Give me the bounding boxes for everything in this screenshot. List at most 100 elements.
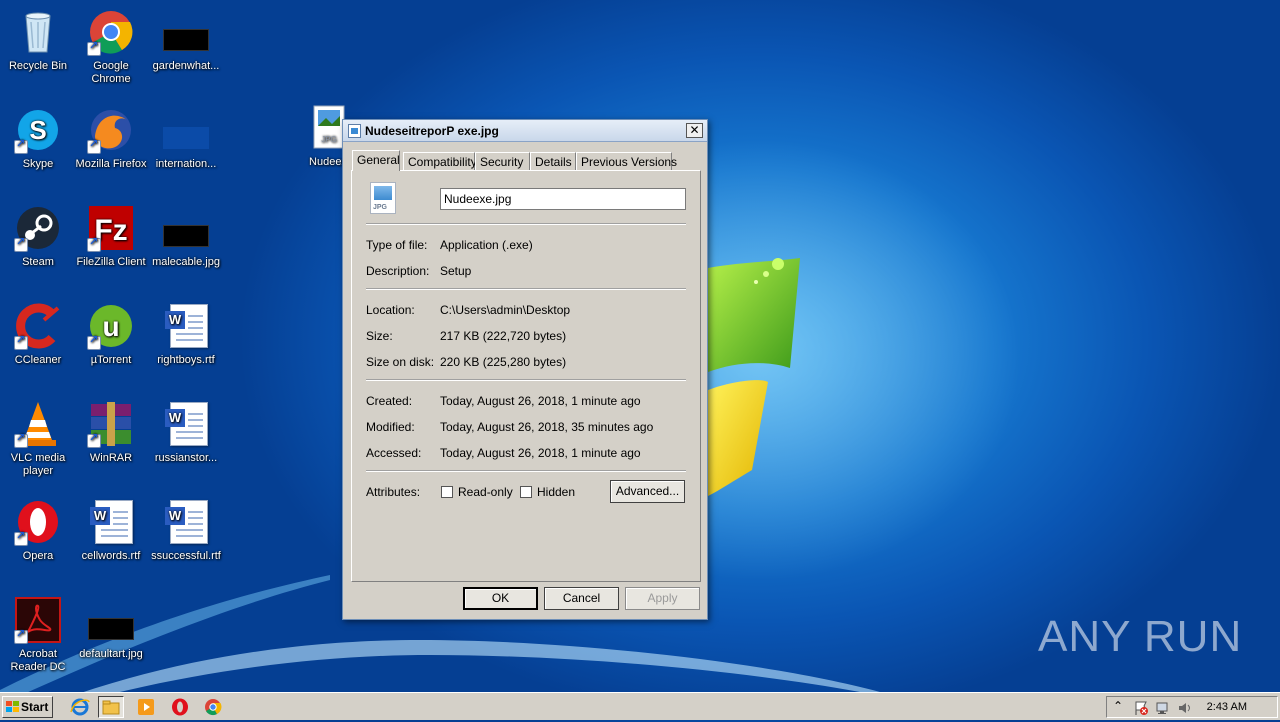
file-icon [348,124,361,138]
hidden-checkbox[interactable] [520,486,532,498]
divider [366,470,686,472]
shortcut-arrow-icon [14,628,28,644]
utorrent-icon: u [87,302,135,350]
shortcut-arrow-icon [87,138,101,154]
accessed-value: Today, August 26, 2018, 1 minute ago [440,446,641,460]
taskbar-internet-explorer[interactable] [68,696,94,718]
anyrun-watermark: ANY RUN [1038,612,1243,661]
created-label: Created: [366,394,413,408]
show-hidden-icons-button[interactable]: ⌃ [1113,699,1123,713]
desktop-icon-opera[interactable]: Opera [0,498,76,563]
firefox-icon [87,106,135,154]
filezilla-icon: Fz [87,204,135,252]
network-icon[interactable] [1155,700,1171,716]
taskbar: Start ⌃ 2:43 AM [0,692,1280,720]
system-tray: ⌃ 2:43 AM [1106,696,1278,718]
steam-icon [14,204,62,252]
shortcut-arrow-icon [14,530,28,546]
tab-general[interactable]: General [352,150,400,171]
desktop-icon-label: Recycle Bin [8,60,68,72]
taskbar-media-player[interactable] [134,696,160,718]
tab-security[interactable]: Security [475,152,530,170]
desktop-icon-malecable[interactable]: malecable.jpg [148,204,224,269]
ok-button[interactable]: OK [463,587,538,610]
file-properties-dialog: NudeseitreporP exe.jpg ✕ General Compati… [342,119,708,620]
readonly-checkbox[interactable] [441,486,453,498]
chrome-icon [87,8,135,56]
taskbar-opera[interactable] [168,696,194,718]
divider [366,379,686,381]
media-player-icon [138,699,154,715]
close-button[interactable]: ✕ [686,123,703,138]
desktop-icon-cellwords[interactable]: W cellwords.rtf [73,498,149,563]
size-on-disk-label: Size on disk: [366,355,435,369]
winrar-books-icon [87,400,135,448]
desktop-icon-label: VLC media player [10,452,66,477]
shortcut-arrow-icon [14,138,28,154]
tab-previous-versions[interactable]: Previous Versions [576,152,677,170]
cancel-button[interactable]: Cancel [544,587,619,610]
tab-details[interactable]: Details [530,152,576,170]
desktop-icon-label: Mozilla Firefox [75,158,147,170]
apply-button[interactable]: Apply [625,587,700,610]
desktop-icon-recycle-bin[interactable]: Recycle Bin [0,8,76,73]
chrome-icon [205,699,222,716]
action-center-flag-icon[interactable] [1133,700,1149,716]
hidden-label: Hidden [537,485,576,499]
taskbar-file-explorer[interactable] [98,696,124,718]
desktop-icon-label: internation... [155,158,217,170]
advanced-button[interactable]: Advanced... [610,480,685,503]
skype-icon: S [14,106,62,154]
desktop-icon-skype[interactable]: S Skype [0,106,76,171]
desktop-icon-label: ssuccessful.rtf [151,550,221,562]
desktop-icon-utorrent[interactable]: u µTorrent [73,302,149,367]
desktop-icon-acrobat[interactable]: Acrobat Reader DC [0,596,76,674]
svg-text:S: S [29,115,46,145]
divider [366,223,686,225]
tab-compatibility[interactable]: Compatibility [403,152,477,170]
acrobat-reader-icon [14,596,62,644]
recycle-bin-icon [14,8,62,56]
ccleaner-icon [14,302,62,350]
shortcut-arrow-icon [87,334,101,350]
type-of-file-value: Application (.exe) [440,238,533,252]
taskbar-chrome[interactable] [201,696,227,718]
start-button[interactable]: Start [2,696,53,718]
clock[interactable]: 2:43 AM [1207,701,1247,713]
desktop-icon-ssuccessful[interactable]: W ssuccessful.rtf [148,498,224,563]
word-document-icon: W [87,498,135,546]
shortcut-arrow-icon [14,432,28,448]
desktop-icon-russianstor[interactable]: W russianstor... [148,400,224,465]
volume-icon[interactable] [1177,700,1193,716]
desktop-icon-defaultart[interactable]: defaultart.jpg [73,596,149,661]
folder-icon [102,700,120,715]
desktop-icon-internation[interactable]: internation... [148,106,224,171]
dialog-title: NudeseitreporP exe.jpg [365,124,499,138]
vlc-cone-icon [14,400,62,448]
size-on-disk-value: 220 KB (225,280 bytes) [440,355,567,369]
size-value: 217 KB (222,720 bytes) [440,329,567,343]
opera-icon [14,498,62,546]
desktop-icon-label: russianstor... [154,452,218,464]
desktop-icon-label: Opera [22,550,54,562]
accessed-label: Accessed: [366,446,422,460]
desktop-icon-mozilla-firefox[interactable]: Mozilla Firefox [73,106,149,171]
desktop-icon-google-chrome[interactable]: Google Chrome [73,8,149,86]
desktop-icon-filezilla[interactable]: Fz FileZilla Client [73,204,149,269]
dialog-titlebar[interactable]: NudeseitreporP exe.jpg ✕ [343,120,707,142]
shortcut-arrow-icon [14,334,28,350]
desktop-icon-label: malecable.jpg [152,256,220,268]
description-label: Description: [366,264,430,278]
windows-logo-icon [6,701,19,712]
start-label: Start [21,700,49,714]
filename-input[interactable] [440,188,686,210]
modified-label: Modified: [366,420,415,434]
image-file-icon [162,204,210,252]
desktop-icon-ccleaner[interactable]: CCleaner [0,302,76,367]
desktop-icon-label: defaultart.jpg [79,648,143,660]
desktop-icon-rightboys[interactable]: W rightboys.rtf [148,302,224,367]
desktop-icon-gardenwhat[interactable]: gardenwhat... [148,8,224,73]
desktop-icon-steam[interactable]: Steam [0,204,76,269]
desktop-icon-vlc[interactable]: VLC media player [0,400,76,478]
desktop-icon-winrar[interactable]: WinRAR [73,400,149,465]
